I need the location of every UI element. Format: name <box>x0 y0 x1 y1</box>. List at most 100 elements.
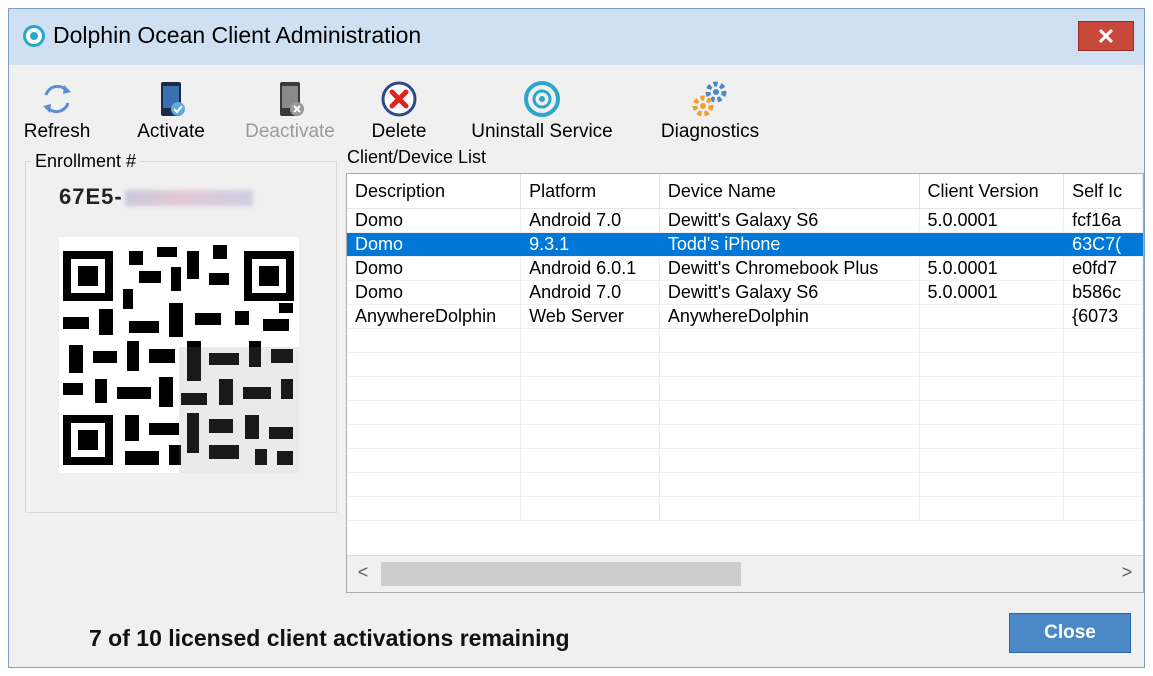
client-device-list[interactable]: Description Platform Device Name Client … <box>346 173 1144 593</box>
scroll-left-arrow[interactable]: < <box>351 562 375 583</box>
delete-button[interactable]: Delete <box>361 73 437 151</box>
diagnostics-label: Diagnostics <box>660 121 760 142</box>
empty-cell <box>347 472 522 497</box>
table-row[interactable]: Domo Android 6.0.1 Dewitt's Chromebook Plu… <box>347 256 1143 281</box>
device-name-cell: Dewitt's Galaxy S6 <box>659 280 920 305</box>
empty-row <box>347 400 1143 425</box>
self-id-cell: 63C7( <box>1063 232 1143 257</box>
delete-icon <box>381 81 417 117</box>
description-cell: Domo <box>347 256 522 281</box>
platform-cell: Android 7.0 <box>520 280 660 305</box>
close-button[interactable]: Close <box>1009 613 1131 653</box>
refresh-label: Refresh <box>23 121 91 142</box>
scrollbar-thumb[interactable] <box>381 562 741 586</box>
window-close-button[interactable]: ✕ <box>1078 21 1134 51</box>
client-version-cell: 5.0.0001 <box>919 256 1065 281</box>
refresh-icon <box>43 84 71 114</box>
device-name-cell: Dewitt's Galaxy S6 <box>659 208 920 233</box>
empty-cell <box>659 400 920 425</box>
device-name-cell: AnywhereDolphin <box>659 304 920 329</box>
table-header-row: Description Platform Device Name Client … <box>347 174 1143 209</box>
activate-button[interactable]: Activate <box>127 73 215 151</box>
client-version-cell: 5.0.0001 <box>919 280 1065 305</box>
client-table: Description Platform Device Name Client … <box>347 174 1143 521</box>
empty-cell <box>520 400 660 425</box>
uninstall-service-label: Uninstall Service <box>471 121 613 142</box>
column-header-platform[interactable]: Platform <box>520 174 660 209</box>
device-name-cell: Todd's iPhone <box>659 232 920 257</box>
empty-cell <box>347 376 522 401</box>
client-version-cell <box>919 304 1065 329</box>
empty-cell <box>659 472 920 497</box>
empty-cell <box>659 328 920 353</box>
empty-cell <box>659 376 920 401</box>
uninstall-service-button[interactable]: Uninstall Service <box>457 73 627 151</box>
enrollment-number: 67E5- <box>59 184 253 210</box>
activate-label: Activate <box>137 121 205 142</box>
empty-cell <box>347 328 522 353</box>
empty-cell <box>919 352 1065 377</box>
column-header-device-name[interactable]: Device Name <box>659 174 920 209</box>
empty-cell <box>1063 328 1143 353</box>
empty-row <box>347 424 1143 449</box>
empty-cell <box>520 328 660 353</box>
delete-label: Delete <box>371 121 427 142</box>
activate-device-icon <box>161 82 185 116</box>
platform-cell: Web Server <box>520 304 660 329</box>
dialog-window: Dolphin Ocean Client Administration ✕ Re… <box>8 8 1145 668</box>
column-header-description[interactable]: Description <box>347 174 522 209</box>
empty-cell <box>1063 400 1143 425</box>
enrollment-number-visible: 67E5- <box>59 184 123 209</box>
app-icon <box>23 25 45 47</box>
table-row[interactable]: Domo 9.3.1 Todd's iPhone 63C7( <box>347 232 1143 257</box>
empty-cell <box>520 424 660 449</box>
empty-row <box>347 328 1143 353</box>
table-row[interactable]: AnywhereDolphin Web Server AnywhereDolphin… <box>347 304 1143 329</box>
deactivate-label: Deactivate <box>245 121 335 142</box>
empty-cell <box>520 352 660 377</box>
deactivate-button[interactable]: Deactivate <box>235 73 345 151</box>
column-header-self-id[interactable]: Self Ic <box>1063 174 1143 209</box>
description-cell: Domo <box>347 280 522 305</box>
empty-cell <box>919 376 1065 401</box>
empty-cell <box>1063 352 1143 377</box>
empty-row <box>347 472 1143 497</box>
empty-cell <box>520 376 660 401</box>
client-list-label: Client/Device List <box>343 147 491 168</box>
empty-cell <box>1063 496 1143 521</box>
empty-cell <box>919 400 1065 425</box>
title-bar[interactable]: Dolphin Ocean Client Administration ✕ <box>9 9 1144 65</box>
empty-cell <box>347 448 522 473</box>
window-title: Dolphin Ocean Client Administration <box>53 22 422 48</box>
empty-cell <box>520 448 660 473</box>
scroll-right-arrow[interactable]: > <box>1115 562 1139 583</box>
empty-cell <box>659 352 920 377</box>
refresh-button[interactable]: Refresh <box>19 73 95 151</box>
empty-cell <box>659 424 920 449</box>
diagnostics-button[interactable]: Diagnostics <box>651 73 769 151</box>
self-id-cell: fcf16a <box>1063 208 1143 233</box>
dolphin-service-icon <box>524 81 560 117</box>
empty-cell <box>520 496 660 521</box>
empty-cell <box>1063 448 1143 473</box>
empty-cell <box>659 448 920 473</box>
empty-row <box>347 496 1143 521</box>
self-id-cell: {6073 <box>1063 304 1143 329</box>
description-cell: Domo <box>347 208 522 233</box>
column-header-client-version[interactable]: Client Version <box>919 174 1065 209</box>
description-cell: AnywhereDolphin <box>347 304 522 329</box>
horizontal-scrollbar[interactable]: < > <box>347 555 1143 592</box>
enrollment-qr-code <box>59 237 299 473</box>
gears-icon <box>692 81 727 117</box>
empty-cell <box>1063 376 1143 401</box>
table-row[interactable]: Domo Android 7.0 Dewitt's Galaxy S6 5.0.000… <box>347 280 1143 305</box>
empty-cell <box>347 352 522 377</box>
empty-row <box>347 448 1143 473</box>
client-version-cell <box>919 232 1065 257</box>
description-cell: Domo <box>347 232 522 257</box>
table-row[interactable]: Domo Android 7.0 Dewitt's Galaxy S6 5.0.000… <box>347 208 1143 233</box>
self-id-cell: e0fd7 <box>1063 256 1143 281</box>
empty-cell <box>1063 472 1143 497</box>
enrollment-label: Enrollment # <box>31 151 141 172</box>
empty-cell <box>347 496 522 521</box>
